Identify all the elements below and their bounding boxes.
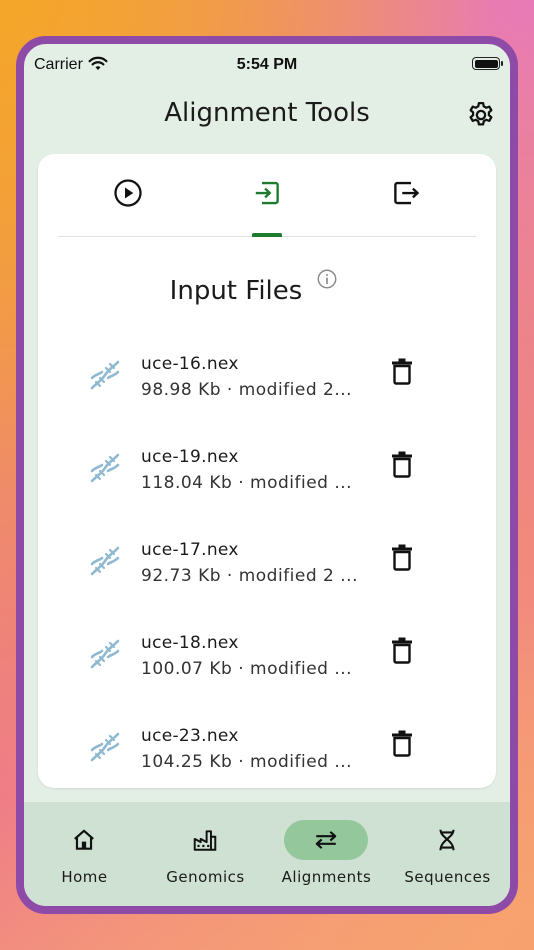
swap-icon <box>315 831 337 849</box>
dna-icon <box>90 360 120 390</box>
status-bar: Carrier 5:54 PM <box>24 44 510 80</box>
nav-label: Sequences <box>404 868 491 886</box>
phone-frame: Carrier 5:54 PM Alignment Tools Input Fi… <box>16 36 518 914</box>
content-card: Input Files uce-16.nex 98.98 Kb · modifi… <box>38 154 496 788</box>
app-bar: Alignment Tools <box>24 96 510 136</box>
file-name: uce-17.nex <box>141 540 239 560</box>
trash-icon[interactable] <box>390 729 414 757</box>
nav-item-home[interactable]: Home <box>24 802 145 906</box>
tab-active-indicator <box>252 233 282 237</box>
nav-item-alignments[interactable]: Alignments <box>266 802 387 906</box>
file-name: uce-23.nex <box>141 726 239 746</box>
dna-icon <box>90 732 120 762</box>
dna-icon <box>90 639 120 669</box>
dna-icon <box>90 453 120 483</box>
tab-input[interactable] <box>237 178 297 237</box>
play-circle-icon <box>114 179 142 207</box>
list-item[interactable]: uce-16.nex 98.98 Kb · modified 2... <box>38 340 496 433</box>
trash-icon[interactable] <box>390 543 414 571</box>
list-item[interactable]: uce-18.nex 100.07 Kb · modified ... <box>38 619 496 712</box>
file-name: uce-19.nex <box>141 447 239 467</box>
tab-bar <box>58 154 476 237</box>
page-title: Alignment Tools <box>164 98 370 128</box>
bottom-nav: Home Genomics Alignments Sequences <box>24 802 510 906</box>
list-item[interactable]: uce-17.nex 92.73 Kb · modified 2 ... <box>38 526 496 619</box>
file-meta: 104.25 Kb · modified ... <box>141 752 353 768</box>
file-name: uce-16.nex <box>141 354 239 374</box>
trash-icon[interactable] <box>390 357 414 385</box>
nav-item-sequences[interactable]: Sequences <box>387 802 508 906</box>
nav-label: Home <box>61 868 108 886</box>
list-item[interactable]: uce-19.nex 118.04 Kb · modified ... <box>38 433 496 526</box>
section-title: Input Files <box>169 276 303 306</box>
trash-icon[interactable] <box>390 450 414 478</box>
info-icon[interactable] <box>316 268 338 290</box>
battery-icon <box>472 57 503 70</box>
nav-label: Genomics <box>166 868 245 886</box>
trash-icon[interactable] <box>390 636 414 664</box>
gear-icon[interactable] <box>466 100 496 130</box>
tab-run[interactable] <box>98 178 158 236</box>
tab-output[interactable] <box>376 178 436 236</box>
nav-item-genomics[interactable]: Genomics <box>145 802 266 906</box>
file-meta: 92.73 Kb · modified 2 ... <box>141 566 358 586</box>
home-icon <box>74 829 94 850</box>
file-meta: 100.07 Kb · modified ... <box>141 659 353 679</box>
factory-icon <box>193 830 217 851</box>
file-list: uce-16.nex 98.98 Kb · modified 2... uce-… <box>38 340 496 768</box>
list-item[interactable]: uce-23.nex 104.25 Kb · modified ... <box>38 712 496 768</box>
output-icon <box>394 181 420 205</box>
file-meta: 98.98 Kb · modified 2... <box>141 380 353 400</box>
input-icon <box>255 181 279 205</box>
file-name: uce-18.nex <box>141 633 239 653</box>
status-time: 5:54 PM <box>236 56 298 73</box>
dna-icon <box>90 546 120 576</box>
file-meta: 118.04 Kb · modified ... <box>141 473 353 493</box>
dna-icon <box>439 829 455 851</box>
nav-label: Alignments <box>281 868 372 886</box>
